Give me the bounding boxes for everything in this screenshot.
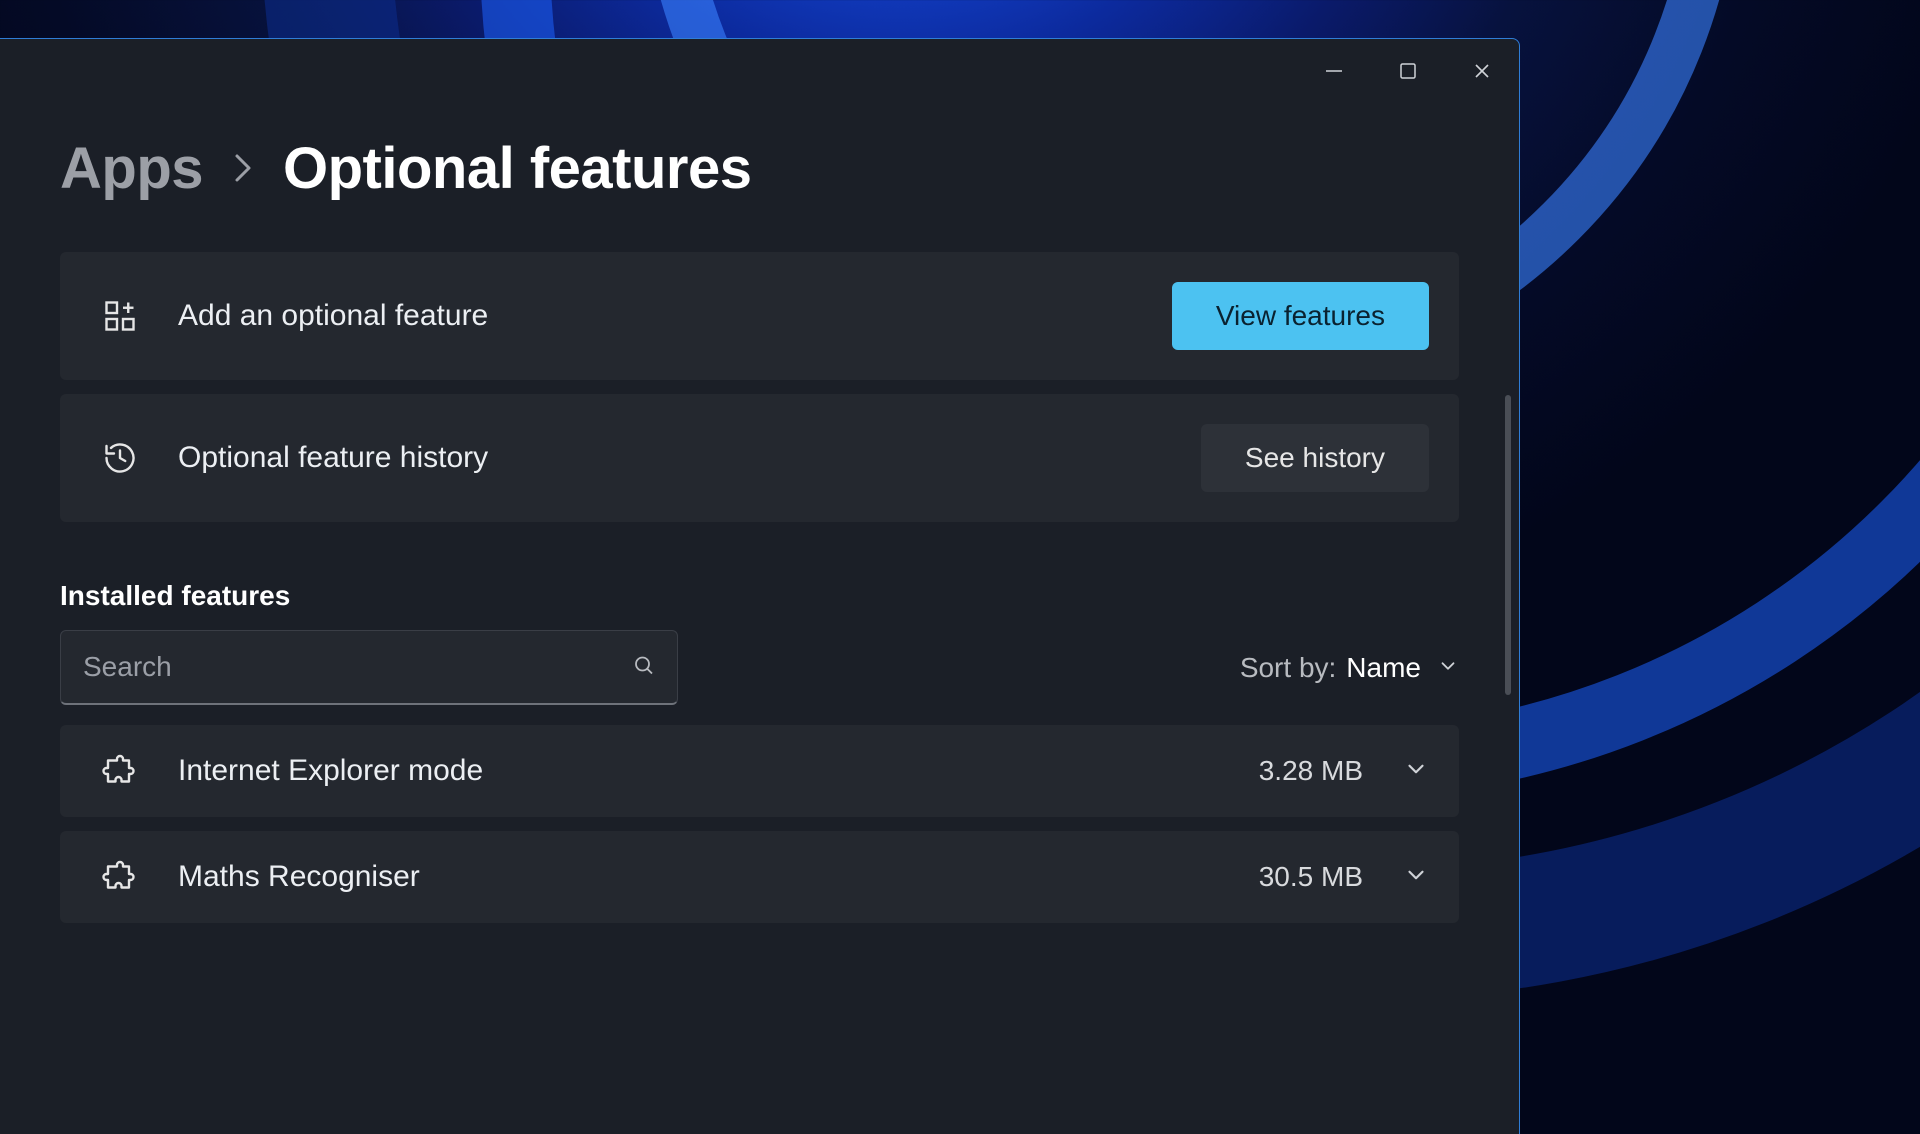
search-wrapper [60,630,678,705]
feature-size: 30.5 MB [1259,861,1363,893]
settings-window: Apps Optional features Add an optional f… [0,38,1520,1134]
minimize-icon [1324,61,1344,81]
sort-by-dropdown[interactable]: Sort by: Name [1240,652,1459,684]
breadcrumb: Apps Optional features [60,95,1459,252]
chevron-down-icon [1403,756,1429,787]
chevron-down-icon [1403,862,1429,893]
feature-name: Internet Explorer mode [178,754,1259,788]
installed-features-heading: Installed features [60,580,1459,612]
puzzle-icon [90,753,150,789]
sort-by-value: Name [1346,652,1421,684]
view-features-button[interactable]: View features [1172,282,1429,350]
scrollbar-thumb[interactable] [1505,395,1511,695]
search-icon [632,653,656,682]
feature-size: 3.28 MB [1259,755,1363,787]
add-feature-label: Add an optional feature [178,299,1172,333]
history-icon [90,440,150,476]
search-input[interactable] [60,630,678,705]
chevron-right-icon [231,150,255,196]
window-titlebar [0,39,1519,95]
filter-row: Sort by: Name [60,630,1459,705]
breadcrumb-parent[interactable]: Apps [60,135,203,202]
feature-row[interactable]: Maths Recogniser 30.5 MB [60,831,1459,923]
feature-row[interactable]: Internet Explorer mode 3.28 MB [60,725,1459,817]
content-area: Apps Optional features Add an optional f… [0,95,1519,1134]
puzzle-icon [90,859,150,895]
sort-by-label: Sort by: [1240,652,1336,684]
minimize-button[interactable] [1297,47,1371,95]
history-label: Optional feature history [178,441,1201,475]
see-history-button[interactable]: See history [1201,424,1429,492]
close-button[interactable] [1445,47,1519,95]
close-icon [1473,62,1491,80]
add-feature-card: Add an optional feature View features [60,252,1459,380]
history-card: Optional feature history See history [60,394,1459,522]
page-title: Optional features [283,135,751,202]
chevron-down-icon [1437,652,1459,684]
feature-name: Maths Recogniser [178,860,1259,894]
maximize-button[interactable] [1371,47,1445,95]
add-feature-icon [90,298,150,334]
maximize-icon [1399,62,1417,80]
